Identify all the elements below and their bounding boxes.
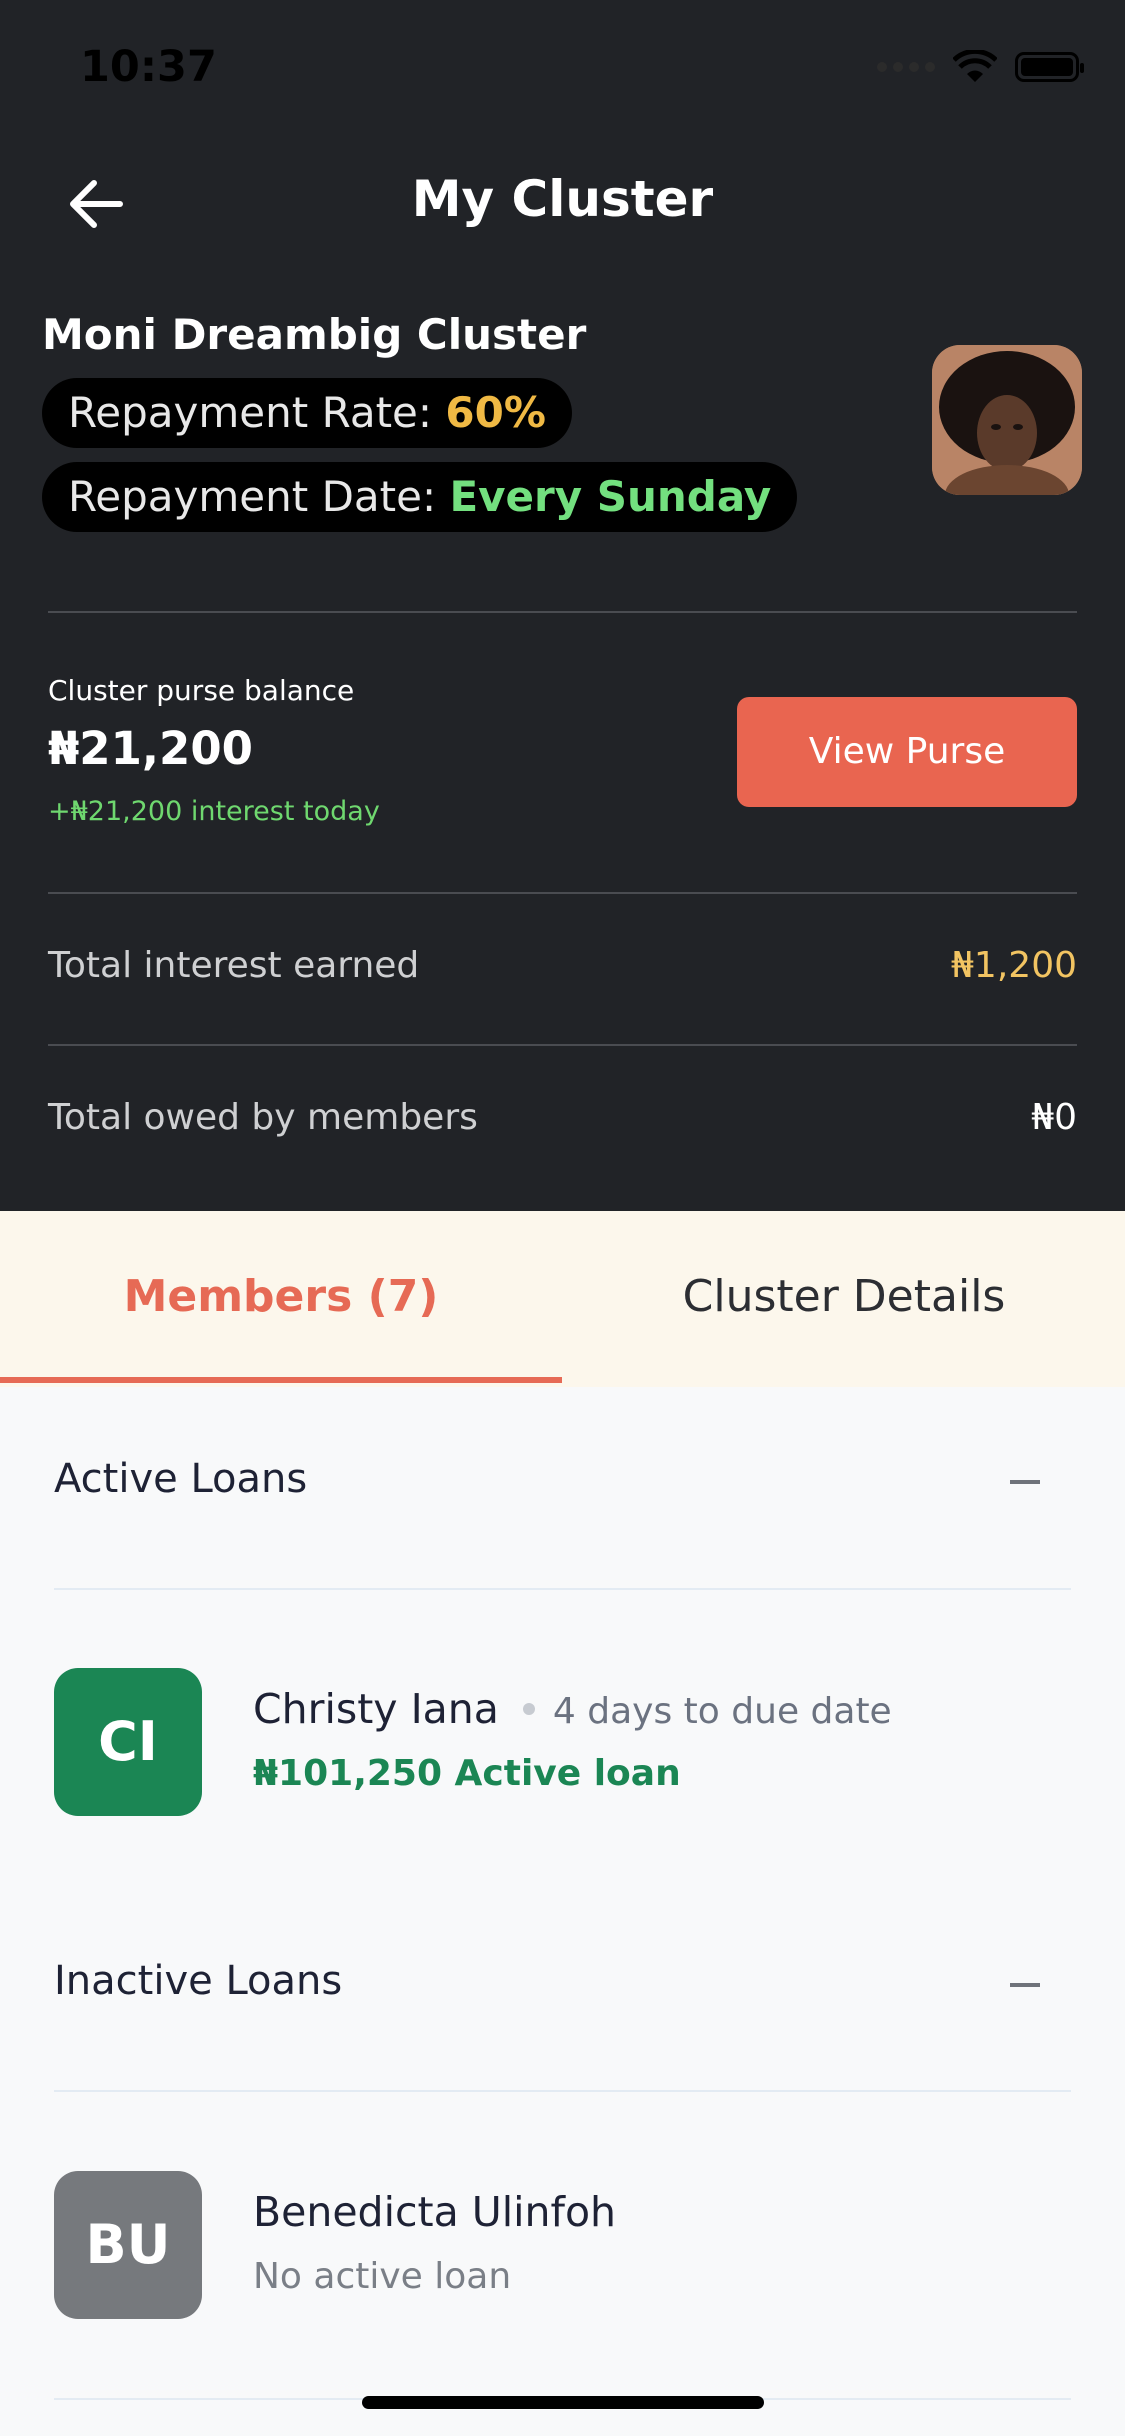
purse-balance-label: Cluster purse balance bbox=[48, 674, 355, 707]
signal-icon bbox=[877, 62, 935, 72]
tab-bar: Members (7) Cluster Details bbox=[0, 1211, 1125, 1387]
home-indicator[interactable] bbox=[362, 2396, 764, 2409]
repayment-rate-label: Repayment Rate: bbox=[68, 388, 446, 437]
repayment-rate-pill: Repayment Rate: 60% bbox=[42, 378, 572, 448]
active-loan-amount: ₦101,250 Active loan bbox=[253, 1753, 681, 1794]
view-purse-button[interactable]: View Purse bbox=[737, 697, 1077, 807]
active-loans-heading[interactable]: Active Loans bbox=[54, 1456, 307, 1502]
cluster-name: Moni Dreambig Cluster bbox=[42, 310, 587, 359]
divider bbox=[48, 892, 1077, 894]
member-name[interactable]: Christy Iana 4 days to due date bbox=[253, 1685, 892, 1733]
tab-members[interactable]: Members (7) bbox=[0, 1211, 562, 1387]
member-name[interactable]: Benedicta Ulinfoh bbox=[253, 2188, 616, 2236]
purse-balance-amount: ₦21,200 bbox=[48, 722, 253, 775]
section-divider bbox=[54, 1588, 1071, 1590]
status-time: 10:37 bbox=[80, 42, 217, 92]
section-divider bbox=[54, 2090, 1071, 2092]
avatar-portrait-icon bbox=[932, 345, 1082, 495]
total-interest-label: Total interest earned bbox=[48, 945, 420, 986]
dot-separator-icon bbox=[522, 1703, 535, 1715]
cluster-avatar[interactable] bbox=[932, 345, 1082, 495]
tab-active-indicator bbox=[0, 1377, 562, 1383]
battery-icon bbox=[1015, 52, 1084, 82]
collapse-inactive-icon[interactable] bbox=[1010, 1983, 1040, 1987]
tab-cluster-details[interactable]: Cluster Details bbox=[563, 1211, 1125, 1387]
page-title: My Cluster bbox=[411, 170, 714, 228]
status-icons bbox=[877, 50, 1084, 84]
repayment-rate-value: 60% bbox=[445, 388, 546, 437]
divider bbox=[48, 611, 1077, 613]
total-owed-value: ₦0 bbox=[1031, 1097, 1077, 1138]
repayment-date-label: Repayment Date: bbox=[68, 472, 450, 521]
total-interest-value: ₦1,200 bbox=[951, 945, 1077, 986]
collapse-active-icon[interactable] bbox=[1010, 1480, 1040, 1484]
purse-interest-today: +₦21,200 interest today bbox=[48, 796, 380, 827]
member-name-text: Christy Iana bbox=[253, 1685, 499, 1733]
repayment-date-value: Every Sunday bbox=[449, 472, 772, 521]
repayment-date-pill: Repayment Date: Every Sunday bbox=[42, 462, 798, 532]
avatar[interactable]: CI bbox=[54, 1668, 202, 1816]
loan-status-text: No active loan bbox=[253, 2256, 512, 2297]
due-date-text: 4 days to due date bbox=[552, 1691, 892, 1732]
inactive-loans-heading[interactable]: Inactive Loans bbox=[54, 1958, 342, 2004]
total-owed-label: Total owed by members bbox=[48, 1097, 478, 1138]
wifi-icon bbox=[953, 50, 997, 82]
avatar[interactable]: BU bbox=[54, 2171, 202, 2319]
divider bbox=[48, 1044, 1077, 1046]
